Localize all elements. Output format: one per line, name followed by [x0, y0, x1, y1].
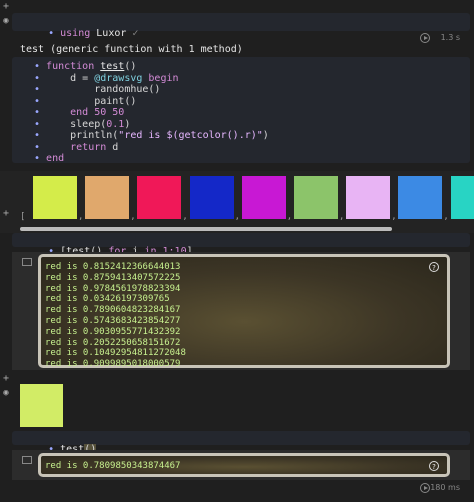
color-swatch	[294, 176, 338, 219]
code-token: end	[46, 153, 65, 164]
code-cell-using[interactable]: • using Luxor ✓	[12, 13, 470, 39]
help-icon[interactable]: ?	[429, 461, 439, 471]
code-cell-loop[interactable]: • [test() for i in 1:10]	[12, 233, 470, 257]
code-token: d	[106, 141, 119, 153]
cell-bullet: •	[34, 72, 47, 84]
code-token: "red is $(getcolor().r)"	[118, 130, 263, 141]
run-cell-button[interactable]	[420, 33, 430, 43]
add-cell-button[interactable]: +	[3, 374, 9, 384]
color-swatch	[398, 176, 443, 219]
color-swatch	[33, 176, 77, 219]
code-line: • paint()	[34, 96, 136, 108]
code-line: • sleep(0.1)	[34, 119, 130, 131]
code-cell-test-call[interactable]: • test()	[12, 431, 470, 455]
stdout-box: ? red is 0.7809850343874467	[38, 453, 450, 477]
stdout-text: red is 0.8152412366644013 red is 0.875941…	[45, 262, 186, 370]
code-token: )	[124, 118, 131, 130]
code-token: end	[46, 107, 95, 118]
code-token: paint()	[46, 95, 137, 107]
stdout-line: red is 0.7890604823284167	[45, 305, 181, 316]
cell-bullet: •	[34, 107, 47, 118]
code-line: • d = @drawsvg begin	[34, 73, 179, 85]
add-cell-button[interactable]: +	[3, 2, 9, 12]
code-line: • end 50 50	[34, 107, 124, 119]
add-cell-button[interactable]: +	[3, 208, 9, 219]
array-separator: ,	[78, 212, 84, 222]
stdout-line: red is 0.9030955771432392	[45, 326, 181, 337]
run-timing: 180 ms	[430, 483, 460, 492]
eye-icon[interactable]: ◉	[1, 16, 11, 26]
stdout-line: red is 0.10492954811272048	[45, 348, 186, 359]
code-token: )	[262, 130, 269, 141]
array-separator: ,	[391, 212, 397, 222]
code-token: 0.1	[106, 118, 125, 130]
code-line: • println("red is $(getcolor().r)")	[34, 130, 269, 142]
code-token: function	[46, 61, 101, 72]
run-cell-button[interactable]	[420, 483, 430, 493]
array-open-bracket: [	[20, 212, 26, 222]
stdout-line: red is 0.9099895018000579	[45, 359, 181, 370]
eye-icon[interactable]: ◉	[1, 388, 11, 398]
code-cell-test-function[interactable]: • function test() • d = @drawsvg begin • r…	[12, 57, 470, 165]
code-token: @drawsvg	[94, 72, 143, 84]
array-separator: ,	[286, 212, 293, 222]
color-swatch	[85, 176, 130, 219]
code-token: sleep(	[46, 118, 107, 130]
run-timing: 1.3 s	[440, 33, 460, 42]
stdout-line: red is 0.5743683423854277	[45, 315, 181, 326]
color-swatch	[346, 176, 391, 219]
cell-bullet: •	[48, 28, 61, 39]
array-separator: ,	[130, 212, 136, 222]
array-separator: ,	[339, 212, 345, 222]
color-swatch	[241, 176, 286, 219]
code-token: 50 50	[94, 107, 125, 118]
stdout-box: ? red is 0.8152412366644013 red is 0.8759…	[38, 254, 450, 370]
array-separator: ,	[182, 212, 188, 222]
array-separator: ,	[443, 212, 449, 222]
stdout-line: red is 0.9784561978823394	[45, 283, 181, 294]
code-token: println(	[46, 130, 119, 141]
stdout-line: red is 0.03426197309765	[45, 294, 170, 305]
package-name: Luxor	[96, 28, 127, 39]
cell-bullet: •	[34, 153, 47, 164]
color-swatch	[137, 176, 182, 219]
cell-bullet: •	[34, 118, 47, 130]
code-token: test	[100, 61, 125, 72]
code-line: • function test()	[34, 61, 136, 73]
code-line: • randomhue()	[34, 84, 160, 96]
array-separator: ,	[234, 212, 241, 222]
keyword: using	[60, 28, 91, 39]
code-line: • return d	[34, 142, 118, 154]
color-swatch	[450, 176, 474, 219]
cell-bullet: •	[34, 141, 47, 153]
terminal-icon	[22, 258, 32, 266]
cell-bullet: •	[34, 61, 47, 72]
code-token: d =	[46, 72, 95, 84]
stdout-text: red is 0.7809850343874467	[45, 461, 181, 471]
stdout-line: red is 0.8759413407572225	[45, 272, 181, 283]
svg-output-swatch	[20, 384, 63, 427]
terminal-icon	[22, 456, 32, 464]
color-swatch	[189, 176, 234, 219]
code-token: return	[70, 141, 107, 153]
cell-bullet: •	[34, 95, 47, 107]
cell-output-text: test (generic function with 1 method)	[20, 44, 243, 55]
stdout-line: red is 0.2052250658151672	[45, 337, 181, 348]
cell-bullet: •	[34, 84, 47, 95]
code-token: begin	[142, 72, 179, 84]
code-token: ()	[124, 61, 137, 72]
horizontal-scrollbar[interactable]	[20, 227, 392, 231]
checkmark-icon: ✓	[132, 28, 139, 39]
cell-bullet: •	[34, 130, 47, 141]
code-line: • end	[34, 153, 64, 165]
code-token: randomhue()	[46, 84, 161, 95]
help-icon[interactable]: ?	[429, 262, 439, 272]
stdout-line: red is 0.8152412366644013	[45, 262, 181, 272]
